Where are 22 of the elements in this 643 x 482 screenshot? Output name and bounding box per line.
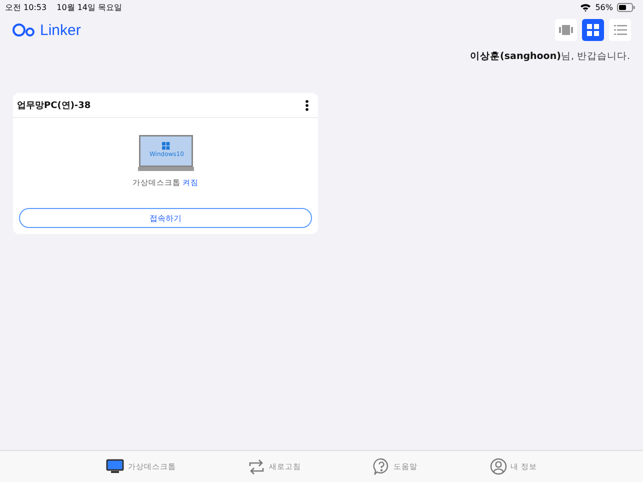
greeting-text: 이상훈(sanghoon)님, 반갑습니다. (470, 50, 630, 63)
more-icon[interactable] (305, 100, 309, 111)
list-icon (614, 25, 626, 35)
laptop-icon (138, 135, 194, 172)
wifi-icon (580, 3, 592, 12)
battery-percent: 56% (595, 3, 613, 12)
monitor-icon (106, 459, 124, 474)
refresh-icon (248, 458, 265, 474)
grid-view-button[interactable] (582, 19, 604, 41)
battery-icon (617, 3, 635, 12)
carousel-view-button[interactable] (555, 19, 577, 41)
connect-button[interactable]: 접속하기 (19, 208, 312, 228)
grid-icon (587, 24, 599, 36)
status-time: 오전 10:53 (5, 2, 47, 13)
logo-text: Linker (40, 22, 81, 38)
list-view-button[interactable] (609, 19, 631, 41)
desktop-name: 업무망PC(연)-38 (17, 100, 91, 112)
status-date: 10월 14일 목요일 (56, 2, 122, 13)
user-icon (490, 458, 507, 475)
help-icon (372, 458, 390, 475)
logo-icon (12, 23, 36, 37)
carousel-icon (559, 25, 573, 35)
